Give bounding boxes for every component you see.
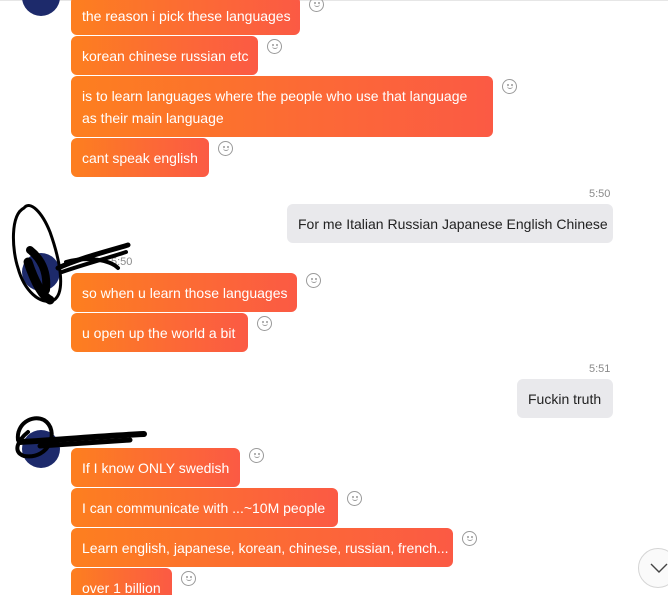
smiley-reaction-icon[interactable] (181, 571, 196, 586)
timestamp: 5:50 (589, 188, 611, 200)
smiley-reaction-icon[interactable] (249, 448, 264, 463)
smiley-reaction-icon[interactable] (462, 531, 477, 546)
my-message-bubble[interactable]: Fuckin truth (517, 379, 613, 418)
smiley-reaction-icon[interactable] (257, 316, 272, 331)
smiley-reaction-icon[interactable] (306, 273, 321, 288)
message-bubble[interactable]: cant speak english (71, 138, 209, 177)
timestamp: 5:50 (111, 256, 133, 268)
message-bubble[interactable]: Learn english, japanese, korean, chinese… (71, 528, 453, 567)
smiley-reaction-icon[interactable] (347, 491, 362, 506)
message-bubble[interactable]: so when u learn those languages (71, 273, 297, 312)
message-bubble[interactable]: the reason i pick these languages (71, 0, 300, 35)
smiley-reaction-icon[interactable] (309, 0, 324, 12)
avatar[interactable] (22, 253, 60, 291)
timestamp: 5:51 (589, 363, 611, 375)
message-bubble[interactable]: u open up the world a bit (71, 313, 248, 352)
message-bubble[interactable]: I can communicate with ...~10M people (71, 488, 338, 527)
my-message-bubble[interactable]: For me Italian Russian Japanese English … (287, 204, 613, 243)
message-bubble[interactable]: over 1 billion (71, 568, 172, 595)
message-bubble[interactable]: is to learn languages where the people w… (71, 76, 493, 137)
scroll-to-bottom-button[interactable] (638, 548, 668, 588)
message-bubble[interactable]: If I know ONLY swedish (71, 448, 240, 487)
smiley-reaction-icon[interactable] (267, 39, 282, 54)
avatar[interactable] (22, 0, 60, 16)
chevron-down-icon (650, 563, 668, 573)
message-bubble[interactable]: korean chinese russian etc (71, 36, 258, 75)
avatar[interactable] (22, 430, 60, 468)
smiley-reaction-icon[interactable] (218, 141, 233, 156)
smiley-reaction-icon[interactable] (502, 79, 517, 94)
